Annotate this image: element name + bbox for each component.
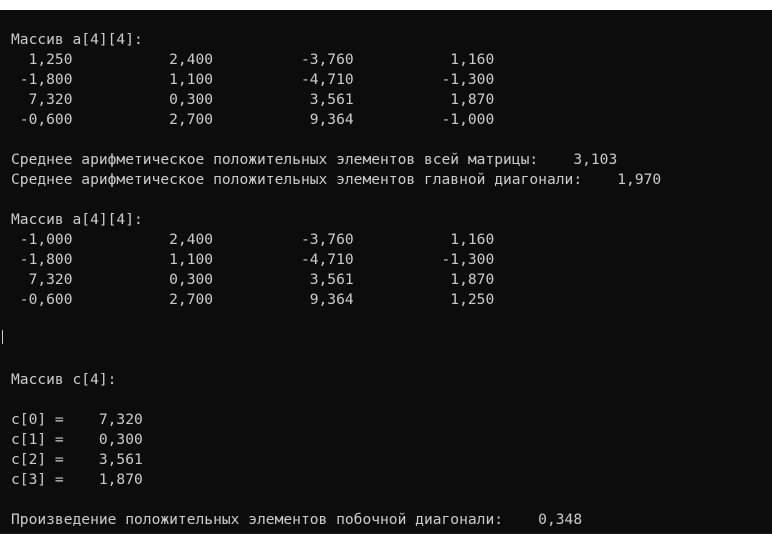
console-line-secondary-diagonal-product: Произведение положительных элементов поб… [11, 511, 583, 528]
console-line-matrix-a-modified-row-1: -1,000 2,400 -3,760 1,160 [11, 231, 495, 248]
console-line-array-c-item-2: c[2] = 3,561 [11, 451, 143, 468]
console-line-array-c-header: Массив c[4]: [11, 371, 117, 388]
console-line-matrix-a-modified-header: Массив a[4][4]: [11, 211, 143, 228]
console-line-average-matrix: Среднее арифметическое положительных эле… [11, 151, 618, 168]
console-line-blank [11, 490, 661, 510]
console-line-matrix-a-modified-row-4: -0,600 2,700 9,364 1,250 [11, 291, 495, 308]
console-line-array-c-item-1: c[1] = 0,300 [11, 431, 143, 448]
console-output: Массив a[4][4]: 1,250 2,400 -3,760 1,160… [11, 30, 661, 530]
console-line-average-main-diagonal: Среднее арифметическое положительных эле… [11, 171, 662, 188]
console-line-blank [11, 330, 661, 350]
console-line-array-c-item-0: c[0] = 7,320 [11, 411, 143, 428]
console-line-blank [11, 130, 661, 150]
console-line-blank [11, 390, 661, 410]
console-line-matrix-a-header: Массив a[4][4]: [11, 31, 143, 48]
console-line-matrix-a-row-1: 1,250 2,400 -3,760 1,160 [11, 51, 495, 68]
console-line-blank [11, 350, 661, 370]
console-line-blank [11, 190, 661, 210]
console-line-array-c-item-3: c[3] = 1,870 [11, 471, 143, 488]
console-window[interactable]: Массив a[4][4]: 1,250 2,400 -3,760 1,160… [0, 10, 772, 534]
console-line-matrix-a-row-4: -0,600 2,700 9,364 -1,000 [11, 111, 495, 128]
console-line-matrix-a-row-3: 7,320 0,300 3,561 1,870 [11, 91, 495, 108]
console-edge-marker [2, 330, 3, 344]
console-line-matrix-a-modified-row-3: 7,320 0,300 3,561 1,870 [11, 271, 495, 288]
console-line-blank [11, 310, 661, 330]
console-line-matrix-a-modified-row-2: -1,800 1,100 -4,710 -1,300 [11, 251, 495, 268]
console-line-matrix-a-row-2: -1,800 1,100 -4,710 -1,300 [11, 71, 495, 88]
